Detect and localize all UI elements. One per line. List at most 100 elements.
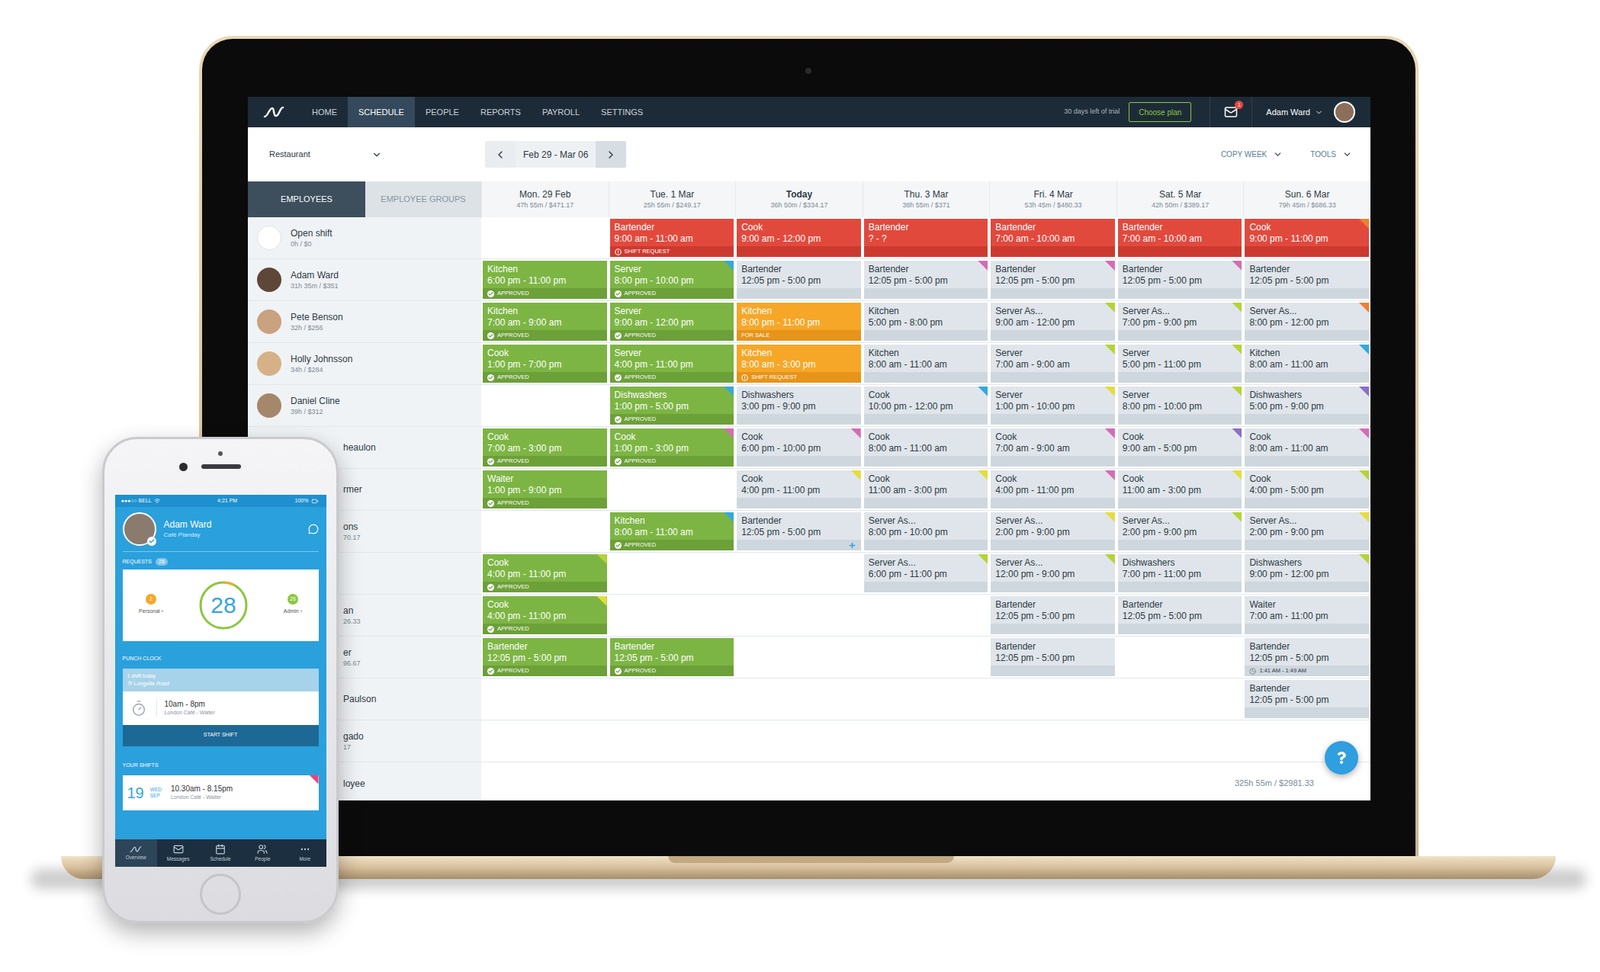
schedule-cell[interactable]: Bartender12:05 pm - 5:00 pm	[735, 259, 863, 302]
schedule-cell[interactable]: Bartender12:05 pm - 5:00 pm	[1243, 678, 1371, 721]
shift-block[interactable]: Cook4:00 pm - 11:00 pmAPPROVED	[482, 596, 608, 635]
start-shift-button[interactable]: START SHIFT	[122, 725, 319, 747]
schedule-cell[interactable]: Server8:00 pm - 10:00 pm	[1116, 385, 1244, 428]
shift-block[interactable]: Kitchen8:00 am - 11:00 am	[1244, 344, 1369, 383]
phone-tab[interactable]: Overview	[115, 839, 158, 868]
schedule-cell[interactable]	[735, 552, 863, 595]
schedule-cell[interactable]: Server As...12:00 pm - 9:00 pm	[989, 552, 1117, 595]
phone-tab[interactable]: People	[241, 839, 284, 868]
schedule-cell[interactable]: Cook7:00 am - 9:00 am	[989, 427, 1117, 470]
location-select[interactable]: Restaurant	[269, 147, 383, 161]
schedule-cell[interactable]: Cook7:00 am - 3:00 pmAPPROVED	[481, 427, 609, 470]
schedule-cell[interactable]: Cook1:00 pm - 7:00 pmAPPROVED	[481, 343, 609, 386]
shift-block[interactable]: Bartender12:05 pm - 5:00 pmAPPROVED	[610, 638, 735, 677]
shift-block[interactable]: Bartender12:05 pm - 5:00 pm	[990, 260, 1115, 299]
schedule-cell[interactable]: Waiter1:00 pm - 9:00 pmAPPROVED	[481, 469, 609, 511]
shift-block[interactable]: Bartender12:05 pm - 5:00 pm	[1244, 680, 1369, 719]
nav-item[interactable]: HOME	[301, 96, 348, 128]
schedule-cell[interactable]: Server1:00 pm - 10:00 pm	[989, 385, 1117, 428]
schedule-cell[interactable]	[735, 636, 863, 679]
shift-block[interactable]: Kitchen5:00 pm - 8:00 pm	[864, 302, 989, 341]
schedule-cell[interactable]: Bartender? - ?	[862, 217, 990, 260]
schedule-cell[interactable]	[1116, 678, 1244, 721]
schedule-cell[interactable]	[735, 720, 863, 763]
schedule-cell[interactable]: Server7:00 am - 9:00 am	[989, 343, 1117, 386]
schedule-cell[interactable]: Cook4:00 pm - 11:00 pmAPPROVED	[481, 594, 609, 637]
nav-item[interactable]: PAYROLL	[531, 96, 591, 128]
schedule-cell[interactable]: Kitchen8:00 am - 11:00 amAPPROVED	[608, 510, 736, 553]
shift-block[interactable]: Kitchen8:00 am - 11:00 amAPPROVED	[610, 512, 735, 551]
schedule-cell[interactable]: Kitchen7:00 am - 9:00 amAPPROVED	[481, 301, 609, 344]
schedule-cell[interactable]: Bartender7:00 am - 10:00 am	[989, 217, 1117, 260]
schedule-cell[interactable]	[735, 594, 863, 637]
schedule-cell[interactable]: Bartender12:05 pm - 5:00 pm	[989, 594, 1117, 637]
shift-block[interactable]: Bartender12:05 pm - 5:00 pm	[990, 596, 1115, 635]
phone-tab[interactable]: More	[283, 839, 326, 868]
schedule-cell[interactable]	[862, 720, 990, 763]
schedule-cell[interactable]: Server As...7:00 pm - 9:00 pm	[1116, 301, 1244, 344]
shift-block[interactable]: Server5:00 pm - 11:00 pm	[1118, 344, 1243, 383]
employee-cell[interactable]: Pete Benson32h / $256	[247, 301, 482, 344]
shift-block[interactable]: Dishwashers5:00 pm - 9:00 pm	[1244, 386, 1369, 425]
schedule-cell[interactable]: Waiter7:00 am - 11:00 pm	[1243, 594, 1371, 637]
shift-block[interactable]: Waiter7:00 am - 11:00 pm	[1244, 596, 1369, 635]
schedule-cell[interactable]: Bartender12:05 pm - 5:00 pm	[1243, 259, 1371, 302]
employee-cell[interactable]: Adam Ward31h 35m / $351	[247, 259, 482, 302]
shift-block[interactable]: Server As...2:00 pm - 9:00 pm	[1118, 512, 1243, 551]
shift-block[interactable]: Server1:00 pm - 10:00 pm	[990, 386, 1115, 425]
schedule-cell[interactable]: Server As...2:00 pm - 9:00 pm	[989, 510, 1117, 553]
shift-block[interactable]: Server8:00 pm - 10:00 pm	[1118, 386, 1243, 425]
schedule-cell[interactable]: Bartender12:05 pm - 5:00 pm1:41 AM - 1:4…	[1243, 636, 1371, 679]
shift-block[interactable]: Cook7:00 am - 3:00 pmAPPROVED	[482, 428, 608, 467]
schedule-cell[interactable]: Dishwashers7:00 pm - 11:00 pm	[1116, 552, 1244, 595]
shift-block[interactable]: Cook9:00 pm - 11:00 pm	[1244, 218, 1369, 258]
schedule-cell[interactable]: Cook8:00 am - 11:00 am	[862, 427, 990, 470]
personal-link[interactable]: Personal ›	[138, 607, 164, 617]
shift-block[interactable]: Bartender9:00 am - 11:00 amSHIFT REQUEST	[610, 218, 735, 258]
shift-block[interactable]: Dishwashers9:00 pm - 12:00 pm	[1244, 554, 1369, 593]
shift-block[interactable]: Cook9:00 am - 5:00 pm	[1118, 428, 1243, 467]
schedule-cell[interactable]: Kitchen8:00 am - 11:00 am	[862, 343, 990, 386]
next-week-button[interactable]	[595, 141, 627, 168]
schedule-cell[interactable]: Cook11:00 am - 3:00 pm	[1116, 469, 1244, 511]
schedule-cell[interactable]	[989, 720, 1117, 763]
choose-plan-button[interactable]: Choose plan	[1128, 102, 1192, 123]
phone-tab[interactable]: Messages	[157, 839, 200, 868]
schedule-cell[interactable]	[481, 385, 609, 428]
nav-item[interactable]: PEOPLE	[414, 96, 470, 128]
shift-block[interactable]: Bartender12:05 pm - 5:00 pm	[990, 638, 1115, 677]
schedule-cell[interactable]: Cook8:00 am - 11:00 am	[1243, 427, 1371, 470]
shift-block[interactable]: Cook1:00 pm - 7:00 pmAPPROVED	[482, 344, 608, 383]
shift-block[interactable]: Bartender12:05 pm - 5:00 pmAPPROVED	[482, 638, 608, 677]
shift-block[interactable]: Cook10:00 pm - 12:00 pm	[864, 386, 989, 425]
copy-week-button[interactable]: COPY WEEK	[1220, 148, 1283, 161]
home-button[interactable]	[199, 873, 241, 916]
shift-block[interactable]: Server As...2:00 pm - 9:00 pm	[990, 512, 1115, 551]
schedule-cell[interactable]: Server As...8:00 pm - 12:00 pm	[1243, 301, 1371, 344]
shift-block[interactable]: Cook8:00 am - 11:00 am	[1244, 428, 1369, 467]
schedule-cell[interactable]: Cook4:00 pm - 11:00 pmAPPROVED	[481, 552, 609, 595]
schedule-cell[interactable]: Server8:00 pm - 10:00 pmAPPROVED	[608, 259, 736, 302]
chat-icon[interactable]	[308, 523, 319, 535]
schedule-cell[interactable]: Server As...2:00 pm - 9:00 pm	[1243, 510, 1371, 553]
admin-link[interactable]: Admin ›	[283, 607, 303, 617]
shift-block[interactable]: Cook8:00 am - 11:00 am	[864, 428, 989, 467]
shift-block[interactable]: Kitchen8:00 am - 3:00 pmSHIFT REQUEST	[736, 344, 862, 383]
schedule-cell[interactable]	[735, 678, 863, 721]
schedule-cell[interactable]	[608, 594, 736, 637]
schedule-cell[interactable]	[862, 594, 990, 637]
shift-block[interactable]: Kitchen6:00 pm - 11:00 pmAPPROVED	[482, 260, 608, 299]
schedule-cell[interactable]: Dishwashers3:00 pm - 9:00 pm	[735, 385, 863, 428]
nav-item[interactable]: SCHEDULE	[347, 96, 415, 128]
shift-block[interactable]: Bartender12:05 pm - 5:00 pm	[1118, 260, 1243, 299]
shift-block[interactable]: Server4:00 pm - 11:00 pmAPPROVED	[610, 344, 735, 383]
phone-tab[interactable]: Schedule	[199, 839, 241, 868]
schedule-cell[interactable]: Cook4:00 pm - 11:00 pm	[735, 469, 863, 511]
schedule-cell[interactable]: Cook11:00 am - 3:00 pm	[862, 469, 990, 511]
shift-block[interactable]: Server As...2:00 pm - 9:00 pm	[1244, 512, 1369, 551]
employee-cell[interactable]: Holly Johnsson34h / $284	[247, 343, 482, 386]
schedule-cell[interactable]: Server9:00 am - 12:00 pmAPPROVED	[608, 301, 736, 344]
schedule-cell[interactable]	[481, 678, 609, 721]
shift-block[interactable]: Bartender? - ?	[864, 218, 989, 258]
shift-block[interactable]: Dishwashers1:00 pm - 5:00 pmAPPROVED	[610, 386, 735, 425]
